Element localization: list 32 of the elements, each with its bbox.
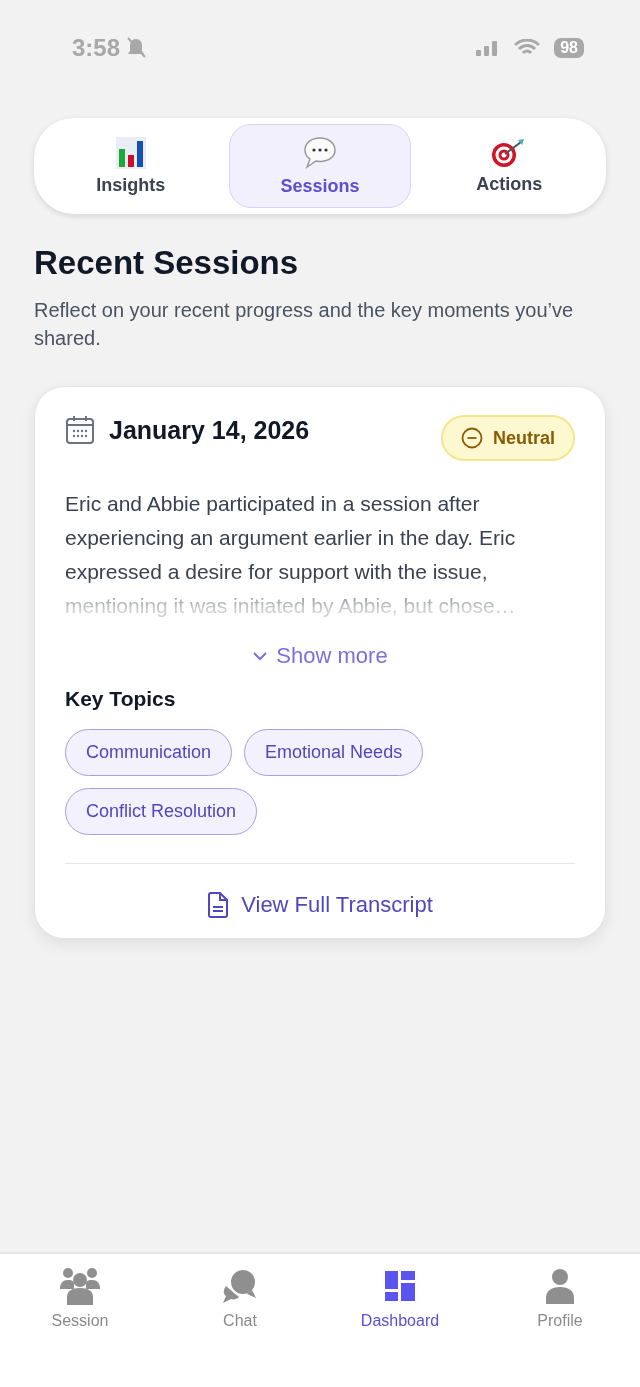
tab[interactable]: Actions bbox=[418, 124, 600, 208]
show-more-button[interactable]: Show more bbox=[252, 643, 388, 669]
tab[interactable]: Insights bbox=[40, 124, 222, 208]
nav-item[interactable]: Session bbox=[0, 1266, 160, 1330]
status-time: 3:58 bbox=[72, 34, 121, 62]
document-icon bbox=[207, 892, 230, 918]
wifi-icon bbox=[514, 39, 541, 57]
tab[interactable]: Sessions bbox=[229, 124, 411, 208]
person-icon bbox=[546, 1268, 574, 1304]
chat-bubbles-icon bbox=[222, 1268, 258, 1304]
chevron-down-icon bbox=[252, 651, 269, 661]
people-group-icon bbox=[59, 1267, 101, 1305]
topic-tag: Conflict Resolution bbox=[65, 788, 258, 835]
topics-heading: Key Topics bbox=[65, 687, 177, 711]
topic-tag: Communication bbox=[65, 729, 233, 776]
muted-bell-icon bbox=[126, 37, 147, 59]
view-transcript-link[interactable]: View Full Transcript bbox=[207, 892, 433, 918]
nav-item[interactable]: Dashboard bbox=[320, 1266, 480, 1330]
nav-item[interactable]: Profile bbox=[480, 1266, 640, 1330]
session-summary: Eric and Abbie participated in a session after experiencing an argument earlier in the day. Eric expressed a desire for support with the issue, mentioning it was initiated by Abbie, but chose… bbox=[65, 491, 517, 619]
page-subtitle: Reflect on your recent progress and the key moments you’ve shared. bbox=[34, 298, 575, 351]
topic-tag: Emotional Needs bbox=[244, 729, 424, 776]
session-date: January 14, 2026 bbox=[109, 415, 310, 445]
calendar-icon bbox=[65, 415, 95, 445]
minus-circle-icon bbox=[461, 427, 483, 449]
dashboard-icon bbox=[385, 1271, 415, 1301]
mood-label: Neutral bbox=[493, 427, 555, 449]
page-title: Recent Sessions bbox=[34, 244, 300, 282]
speech-bubble-icon bbox=[303, 135, 337, 170]
battery-level: 98 bbox=[554, 38, 584, 58]
bar-chart-icon bbox=[115, 136, 146, 169]
nav-item[interactable]: Chat bbox=[160, 1266, 320, 1330]
